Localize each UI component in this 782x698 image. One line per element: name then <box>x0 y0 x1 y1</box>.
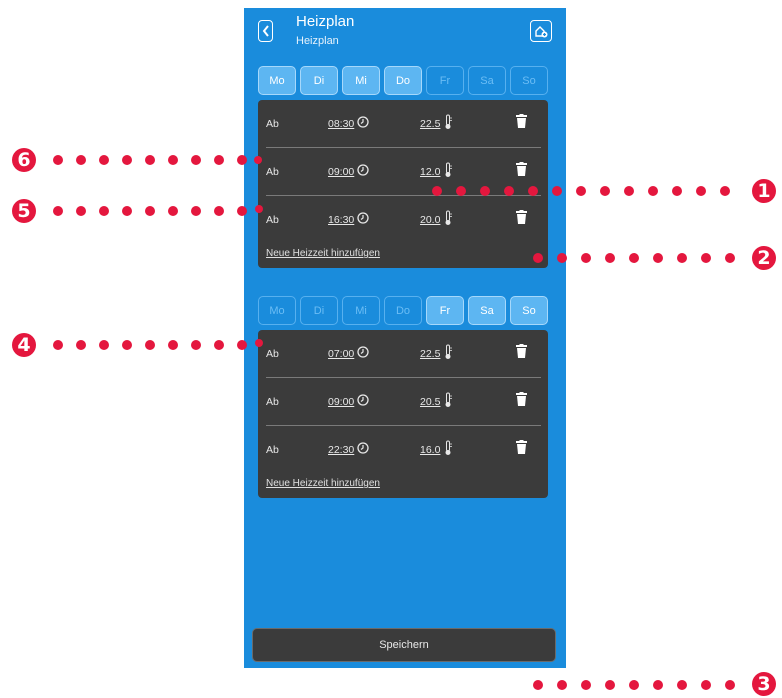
callout-badge-4: 4 <box>12 333 36 357</box>
callout-leader-lines <box>53 155 735 690</box>
callout-badge-6: 6 <box>12 148 36 172</box>
callout-badge-5: 5 <box>12 199 36 223</box>
callout-badge-2: 2 <box>752 246 776 270</box>
callout-badge-3: 3 <box>752 672 776 696</box>
callout-badge-1: 1 <box>752 179 776 203</box>
